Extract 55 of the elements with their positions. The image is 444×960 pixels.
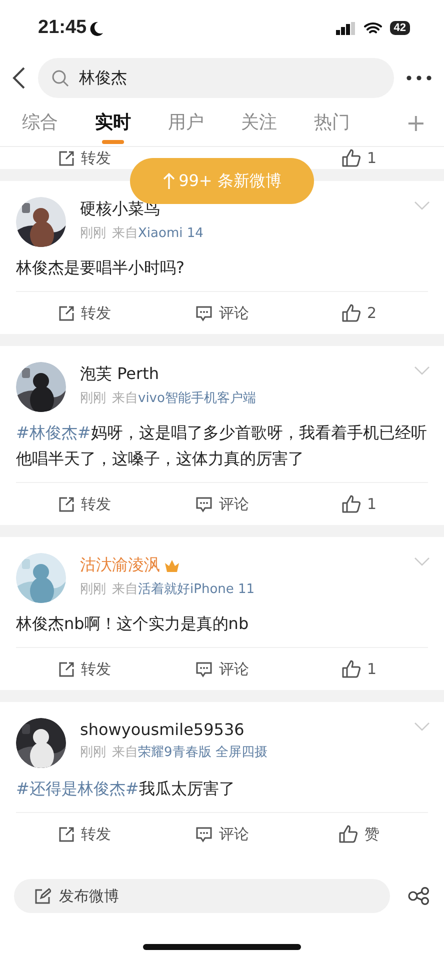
- post-time: 刚刚: [80, 390, 106, 407]
- tab[interactable]: 实时: [95, 102, 131, 144]
- back-icon[interactable]: [12, 66, 26, 90]
- like-button[interactable]: 1: [290, 494, 428, 514]
- post-time: 刚刚: [80, 581, 106, 598]
- repost-button[interactable]: 转发: [16, 494, 154, 514]
- comment-icon: [194, 304, 213, 322]
- repost-button[interactable]: 转发: [16, 302, 154, 324]
- comment-icon: [194, 496, 213, 512]
- repost-icon: [58, 496, 76, 512]
- compose-field[interactable]: 发布微博: [14, 879, 390, 913]
- share-icon[interactable]: [408, 887, 430, 905]
- comment-button[interactable]: 评论: [153, 302, 291, 324]
- thumbs-up-icon: [339, 825, 358, 843]
- search-field[interactable]: 林俊杰: [38, 58, 394, 98]
- arrow-up-icon: [162, 173, 175, 189]
- search-icon: [52, 70, 69, 86]
- signal-icon: [336, 22, 356, 34]
- thumbs-up-icon: [342, 304, 362, 322]
- comment-button[interactable]: 评论: [153, 824, 291, 844]
- edit-icon: [34, 888, 51, 904]
- repost-icon: [58, 826, 76, 842]
- more-icon[interactable]: [406, 75, 432, 81]
- post-text: #还得是林俊杰#我瓜太厉害了: [15, 778, 236, 800]
- repost-icon: [58, 660, 76, 678]
- wifi-icon: [364, 22, 382, 34]
- like-button[interactable]: 1: [290, 659, 428, 679]
- post-text: 林俊杰是要唱半小时吗?: [15, 257, 186, 279]
- crown-icon: [164, 558, 180, 572]
- user-name[interactable]: showyousmile59536: [80, 720, 244, 739]
- post-source: 来自活着就好iPhone 11: [112, 581, 255, 598]
- thumbs-up-icon: [342, 149, 362, 167]
- thumbs-up-icon: [342, 495, 362, 513]
- post-source: 来自Xiaomi 14: [112, 225, 204, 242]
- post-text: #林俊杰#妈呀，这是唱了多少首歌呀，我看着手机已经听他唱半天了，这嗓子，这体力真的厉害了: [15, 422, 428, 470]
- post-text: 林俊杰nb啊！这个实力是真的nb: [15, 613, 250, 635]
- post-source: 来自荣耀9青春版 全屏四摄: [112, 744, 268, 761]
- post-time: 刚刚: [80, 744, 106, 761]
- comment-icon: [194, 826, 213, 842]
- comment-button[interactable]: 评论: [153, 658, 291, 680]
- repost-button[interactable]: 转发: [16, 824, 154, 844]
- user-name[interactable]: 泡芙 Perth: [80, 364, 159, 385]
- battery-level: 42: [390, 21, 410, 35]
- like-button[interactable]: 赞: [290, 824, 428, 844]
- comment-icon: [194, 660, 213, 678]
- repost-icon: [58, 304, 76, 322]
- post-time: 刚刚: [80, 225, 106, 242]
- repost-icon: [58, 150, 76, 166]
- like-button[interactable]: 2: [290, 303, 428, 323]
- thumbs-up-icon: [342, 660, 362, 678]
- post-source: 来自vivo智能手机客户端: [112, 390, 256, 407]
- comment-button[interactable]: 评论: [153, 494, 291, 514]
- moon-icon: [90, 20, 104, 36]
- repost-button[interactable]: 转发: [16, 658, 154, 680]
- status-time: 21:45: [38, 17, 87, 39]
